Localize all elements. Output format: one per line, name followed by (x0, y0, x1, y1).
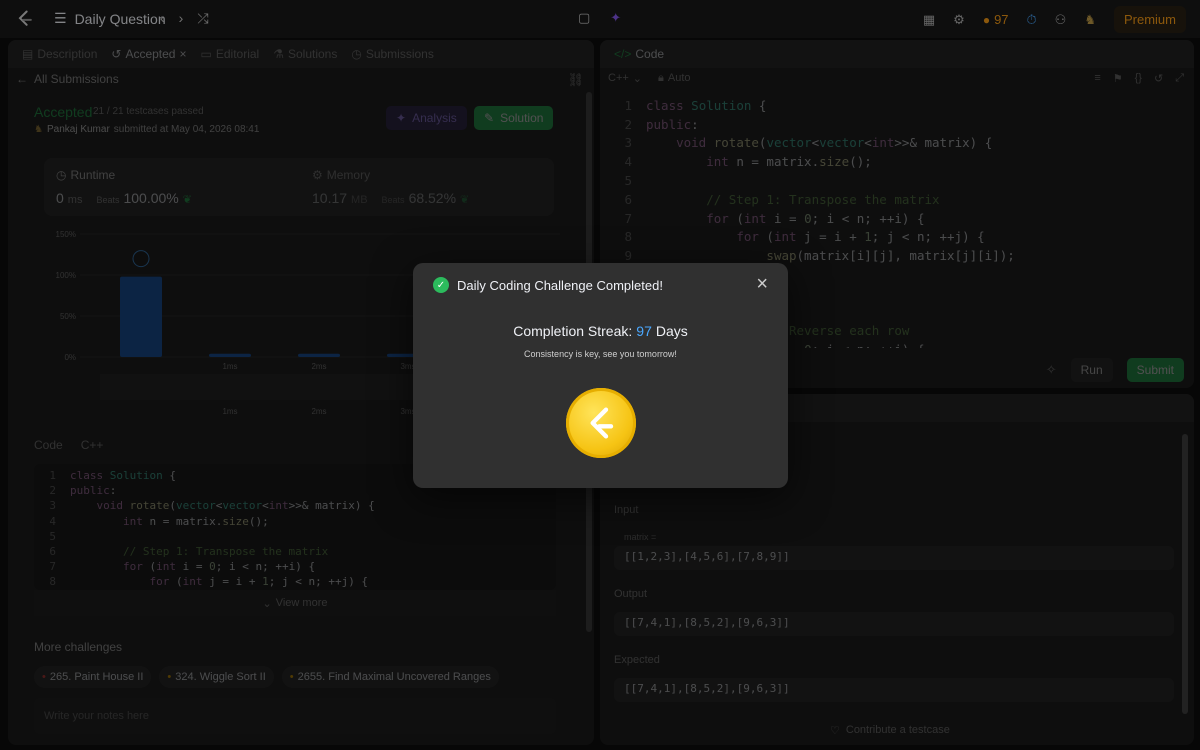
days-word: Days (655, 323, 688, 339)
leetcode-coin-icon (566, 388, 636, 458)
streak-label: Completion Streak: (513, 323, 633, 339)
modal-subtitle: Consistency is key, see you tomorrow! (524, 349, 677, 359)
modal-header: ✓ Daily Coding Challenge Completed! (433, 277, 663, 293)
modal-title: Daily Coding Challenge Completed! (457, 277, 663, 293)
daily-challenge-modal: ✓ Daily Coding Challenge Completed! × Co… (413, 263, 788, 488)
completion-streak: Completion Streak: 97 Days (413, 323, 788, 339)
close-icon[interactable]: × (756, 273, 768, 296)
check-circle-icon: ✓ (433, 277, 449, 293)
streak-days-number: 97 (636, 323, 652, 339)
